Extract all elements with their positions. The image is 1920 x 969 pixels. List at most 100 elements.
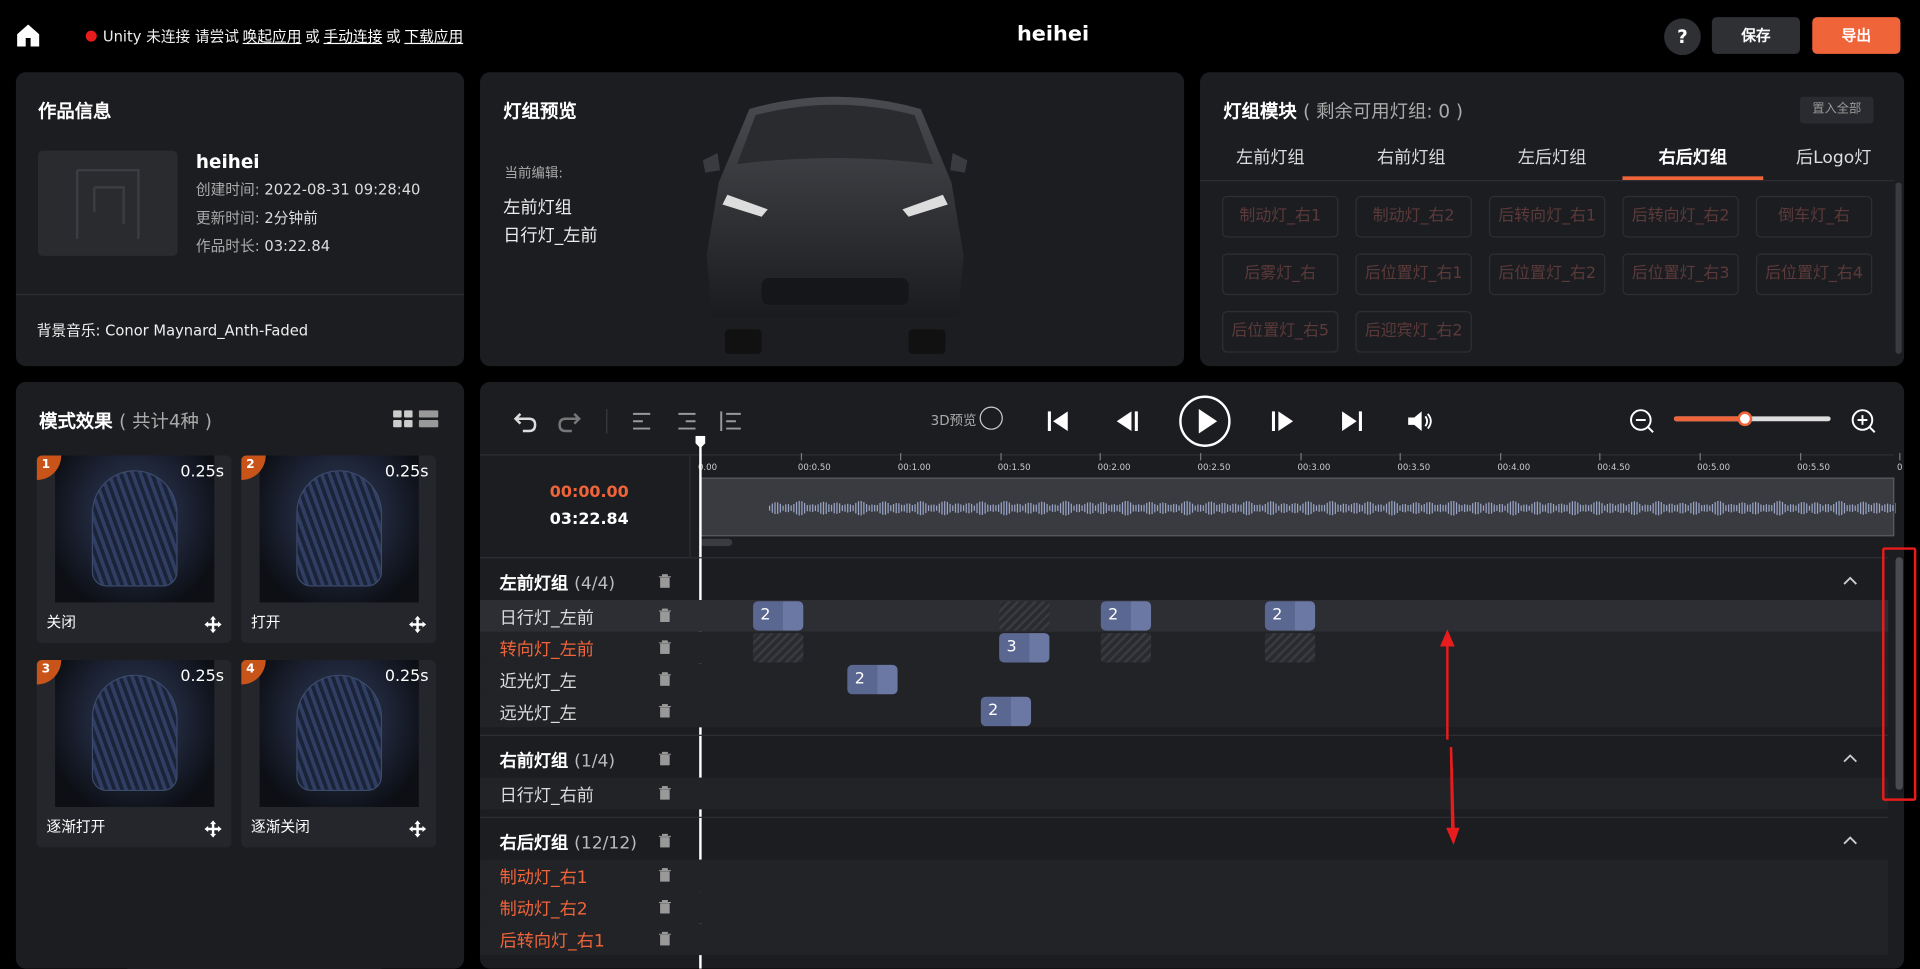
effect-card[interactable]: 3 0.25s 逐渐打开 xyxy=(36,660,232,848)
track-row[interactable]: 日行灯_左前 xyxy=(480,600,1889,632)
track-row[interactable]: 后转向灯_右1 xyxy=(480,923,1889,956)
delete-track-icon[interactable] xyxy=(658,640,672,654)
track-row[interactable]: 近光灯_左 xyxy=(480,663,1889,696)
waveform-bar xyxy=(1660,502,1662,515)
effect-card[interactable]: 2 0.25s 打开 xyxy=(241,455,436,643)
drag-move-icon[interactable] xyxy=(204,820,222,838)
waveform-bar xyxy=(1811,503,1813,513)
drag-move-icon[interactable] xyxy=(408,820,427,838)
zoom-slider[interactable] xyxy=(1673,411,1831,427)
track-row[interactable]: 远光灯_左 xyxy=(480,695,1889,728)
delete-group-icon[interactable] xyxy=(658,833,672,848)
playhead-marker-icon[interactable] xyxy=(695,435,706,449)
waveform-scroll-handle[interactable] xyxy=(700,538,733,547)
delete-track-icon[interactable] xyxy=(658,672,672,686)
drag-move-icon[interactable] xyxy=(408,615,427,634)
light-module-chip[interactable]: 制动灯_右2 xyxy=(1355,195,1472,238)
delete-track-icon[interactable] xyxy=(658,704,672,718)
3d-preview-toggle[interactable] xyxy=(979,406,1003,430)
track-group-header[interactable]: 左前灯组 (4/4) xyxy=(480,557,1889,601)
tab-module-0[interactable]: 左前灯组 xyxy=(1200,144,1341,168)
zoom-in-icon[interactable] xyxy=(1849,407,1878,436)
waveform-bar xyxy=(1827,504,1829,513)
light-module-chip[interactable]: 后雾灯_右 xyxy=(1222,253,1339,296)
light-module-chip[interactable]: 后位置灯_右3 xyxy=(1622,253,1739,296)
waveform-bar xyxy=(1410,504,1412,512)
light-module-chip[interactable]: 后位置灯_右4 xyxy=(1755,253,1873,296)
skip-to-start-icon[interactable] xyxy=(1043,407,1072,436)
effect-block[interactable]: 2 xyxy=(1264,601,1316,631)
tab-module-4[interactable]: 后Logo灯 xyxy=(1763,144,1904,168)
modules-scrollbar[interactable] xyxy=(1895,182,1902,354)
delete-track-icon[interactable] xyxy=(658,786,672,800)
waveform-bar xyxy=(782,505,784,511)
tab-module-2[interactable]: 左后灯组 xyxy=(1482,144,1623,168)
waveform-bar xyxy=(839,503,841,513)
effect-card[interactable]: 4 0.25s 逐渐关闭 xyxy=(241,660,436,848)
delete-track-icon[interactable] xyxy=(658,608,672,623)
waveform-bar xyxy=(903,504,905,512)
track-group-header[interactable]: 右前灯组 (1/4) xyxy=(480,734,1889,779)
effect-block[interactable]: 2 xyxy=(980,696,1032,727)
waveform-bar xyxy=(1612,503,1614,513)
track-row[interactable]: 制动灯_右2 xyxy=(480,891,1889,924)
effect-card[interactable]: 1 0.25s 关闭 xyxy=(36,455,232,643)
track-group-header[interactable]: 右后灯组 (12/12) xyxy=(480,816,1889,861)
waveform-bar xyxy=(1719,501,1722,516)
light-module-chip[interactable]: 后位置灯_右5 xyxy=(1222,311,1339,353)
effect-block[interactable]: 2 xyxy=(1100,601,1152,631)
skip-to-end-icon[interactable] xyxy=(1337,407,1366,436)
light-module-chip[interactable]: 后位置灯_右2 xyxy=(1488,253,1606,296)
waveform-bar xyxy=(1372,503,1374,513)
zoom-out-icon[interactable] xyxy=(1627,407,1656,436)
light-module-chip[interactable]: 后转向灯_右2 xyxy=(1622,195,1739,238)
track-row[interactable]: 日行灯_右前 xyxy=(480,777,1889,810)
preview-title: 灯组预览 xyxy=(503,100,577,123)
toolbar-divider xyxy=(606,408,608,434)
light-module-chip[interactable]: 制动灯_右1 xyxy=(1222,195,1339,238)
light-module-chip[interactable]: 后迎宾灯_右2 xyxy=(1355,311,1472,353)
light-module-chip[interactable]: 后转向灯_右1 xyxy=(1488,195,1606,238)
volume-icon[interactable] xyxy=(1405,407,1434,436)
audio-waveform[interactable] xyxy=(700,477,1899,537)
delete-track-icon[interactable] xyxy=(658,931,672,946)
collapse-chevron-icon[interactable] xyxy=(1843,753,1858,763)
grid-view-icon[interactable] xyxy=(393,410,413,428)
export-button[interactable]: 导出 xyxy=(1812,17,1901,54)
align-right-icon[interactable] xyxy=(672,407,701,436)
track-row[interactable]: 转向灯_左前 xyxy=(480,631,1889,664)
zoom-slider-handle[interactable] xyxy=(1737,411,1752,427)
track-row[interactable]: 制动灯_右1 xyxy=(480,859,1889,892)
tab-module-1[interactable]: 右前灯组 xyxy=(1341,144,1482,168)
waveform-bar xyxy=(1657,501,1660,516)
effect-block[interactable]: 2 xyxy=(847,664,898,695)
step-forward-icon[interactable] xyxy=(1269,407,1298,436)
waveform-bar xyxy=(1455,502,1458,515)
light-module-chip[interactable]: 后位置灯_右1 xyxy=(1355,253,1472,296)
delete-group-icon[interactable] xyxy=(658,751,672,766)
effect-block[interactable]: 2 xyxy=(753,601,804,631)
waveform-bar xyxy=(1776,501,1778,516)
modules-title-text: 灯组模块 xyxy=(1223,100,1297,123)
effect-block[interactable]: 3 xyxy=(999,633,1050,663)
list-view-icon[interactable] xyxy=(418,410,439,428)
undo-icon[interactable] xyxy=(511,407,540,436)
place-all-button[interactable]: 置入全部 xyxy=(1800,96,1874,124)
help-button[interactable]: ? xyxy=(1664,18,1701,56)
play-button[interactable] xyxy=(1178,394,1232,448)
redo-icon[interactable] xyxy=(555,407,584,436)
drag-move-icon[interactable] xyxy=(204,615,222,634)
collapse-chevron-icon[interactable] xyxy=(1843,835,1858,845)
waveform-bar xyxy=(1205,503,1207,514)
align-distribute-icon[interactable] xyxy=(716,407,745,436)
waveform-bar xyxy=(768,505,771,511)
collapse-chevron-icon[interactable] xyxy=(1843,576,1858,586)
delete-track-icon[interactable] xyxy=(658,900,672,914)
delete-group-icon[interactable] xyxy=(658,574,672,588)
delete-track-icon[interactable] xyxy=(658,868,672,882)
step-back-icon[interactable] xyxy=(1112,407,1141,436)
light-module-chip[interactable]: 倒车灯_右 xyxy=(1755,195,1873,238)
align-left-icon[interactable] xyxy=(627,407,656,436)
tab-module-3[interactable]: 右后灯组 xyxy=(1622,144,1763,168)
save-button[interactable]: 保存 xyxy=(1711,17,1801,54)
